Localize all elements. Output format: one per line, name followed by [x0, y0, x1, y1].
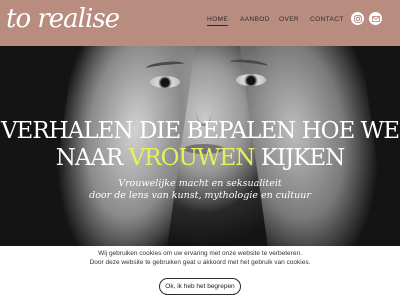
hero-section: VERHALEN DIE BEPALEN HOE WE NAAR VROUWEN…: [0, 46, 400, 246]
hero-headline-line2-start: NAAR: [55, 145, 129, 171]
main-nav: HOME AANBOD OVER CONTACT: [0, 15, 400, 29]
hero-subtitle: Vrouwelijke macht en seksualiteit door d…: [0, 178, 400, 202]
mail-icon[interactable]: [369, 12, 382, 25]
hero-photo-eye-left: [150, 76, 180, 88]
cookie-banner: Wij gebruiken cookies om uw ervaring met…: [0, 246, 400, 300]
nav-home[interactable]: HOME: [207, 15, 229, 26]
cookie-message-line2: Door deze website te gebruiken geat u ak…: [89, 259, 311, 266]
hero-headline: VERHALEN DIE BEPALEN HOE WE NAAR VROUWEN…: [0, 118, 400, 172]
nav-over[interactable]: OVER: [279, 15, 299, 25]
hero-headline-accent: VROUWEN: [128, 145, 256, 171]
nav-contact[interactable]: CONTACT: [310, 15, 344, 25]
site-header: to realise HOME AANBOD OVER CONTACT: [0, 0, 400, 46]
hero-headline-line1: VERHALEN DIE BEPALEN HOE WE: [0, 118, 400, 144]
cookie-message: Wij gebruiken cookies om uw ervaring met…: [0, 249, 400, 267]
cookie-accept-button[interactable]: Ok, ik heb het begrepen: [159, 278, 241, 295]
hero-headline-line2-end: KIJKEN: [254, 145, 346, 171]
instagram-icon[interactable]: [351, 12, 364, 25]
nav-aanbod[interactable]: AANBOD: [240, 15, 270, 25]
hero-photo-eye-right: [236, 74, 266, 86]
hero-subtitle-line2: door de lens van kunst, mythologie en cu…: [89, 190, 311, 201]
hero-subtitle-line1: Vrouwelijke macht en seksualiteit: [118, 178, 282, 189]
cookie-message-line1: Wij gebruiken cookies om uw ervaring met…: [98, 250, 302, 257]
